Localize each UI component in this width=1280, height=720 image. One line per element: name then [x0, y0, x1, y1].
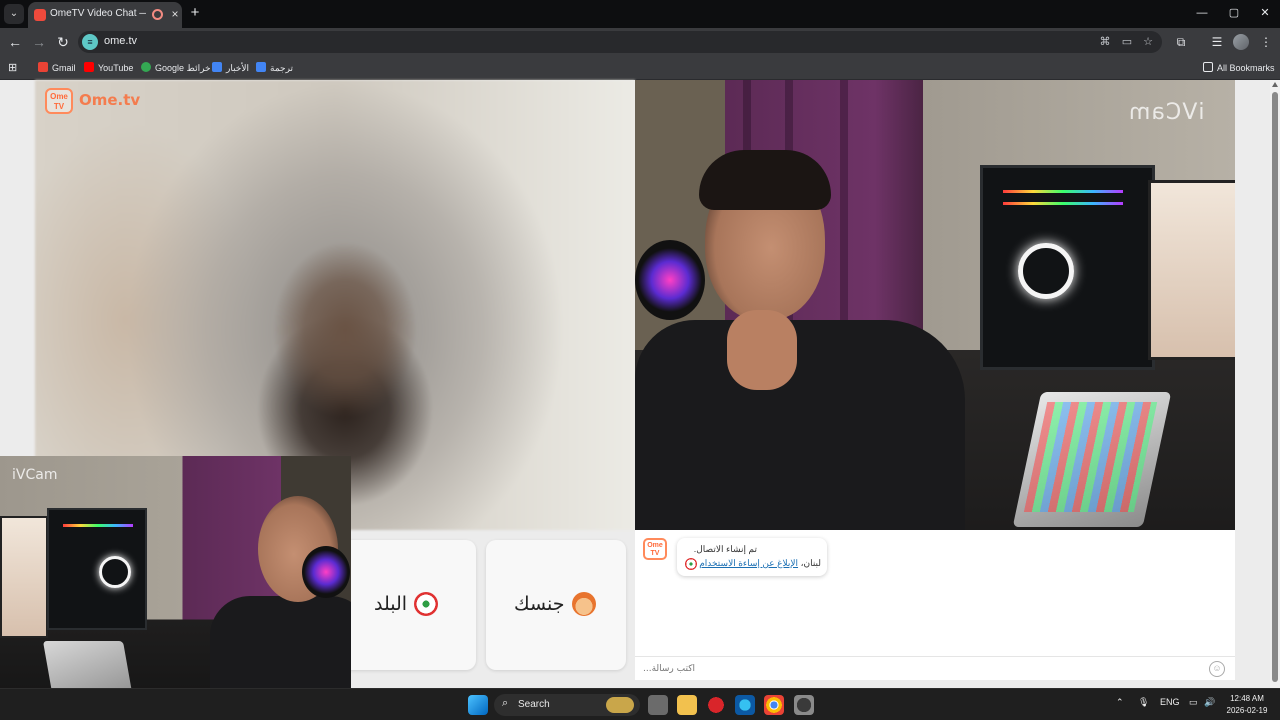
taskbar-search-label: Search — [518, 699, 550, 710]
edge-icon[interactable] — [735, 695, 755, 715]
ometv-logo-badge: Ome TV — [45, 88, 73, 114]
self-view-headphones-image — [302, 546, 350, 598]
cast-icon[interactable]: ▭ — [1120, 35, 1134, 49]
ivcam-watermark: iVCam — [12, 467, 58, 483]
tab-close-button[interactable]: × — [168, 6, 182, 22]
forward-button[interactable]: → — [30, 33, 48, 51]
self-view-monitor-image — [0, 516, 48, 638]
all-bookmarks[interactable]: All Bookmarks — [1203, 61, 1275, 75]
network-icon[interactable]: ▭ — [1189, 697, 1198, 708]
gender-filter-label: جنسك — [514, 593, 565, 615]
taskbar-clock[interactable]: 12:48 AM 2026-02-19 — [1224, 693, 1270, 717]
apps-grid-icon[interactable]: ⊞ — [8, 62, 20, 74]
url-text: ome.tv — [104, 35, 138, 47]
folder-icon — [1203, 62, 1213, 72]
browser-toolbar: ← → ↻ ≡ ome.tv ⌘ ▭ ☆ ⧉ ☰ ⋮ — [0, 28, 1280, 56]
country-filter-card[interactable]: البلد — [336, 540, 476, 670]
minimize-button[interactable]: — — [1190, 4, 1214, 22]
monitor-image — [1148, 180, 1235, 360]
stranger-country-text: لبنان، — [800, 558, 821, 568]
menu-kebab-icon[interactable]: ⋮ — [1257, 33, 1275, 51]
page-scrollbar[interactable] — [1270, 80, 1280, 688]
lebanon-flag-icon — [414, 592, 438, 616]
scroll-thumb[interactable] — [1272, 92, 1278, 682]
new-tab-button[interactable]: + — [186, 4, 204, 22]
chrome-icon[interactable] — [764, 695, 784, 715]
address-bar[interactable]: ≡ ome.tv ⌘ ▭ ☆ — [78, 31, 1162, 53]
clock-time: 12:48 AM — [1230, 694, 1264, 703]
task-view-icon[interactable] — [648, 695, 668, 715]
report-abuse-link[interactable]: الإبلاغ عن إساءة الاستخدام — [699, 558, 798, 568]
reading-list-icon[interactable]: ☰ — [1208, 33, 1226, 51]
maps-pin-icon — [141, 62, 151, 72]
language-indicator[interactable]: ENG — [1160, 697, 1180, 707]
ivcam-watermark-mirrored: iVCam — [1128, 100, 1205, 125]
recording-indicator-icon — [152, 9, 163, 20]
lebanon-flag-icon — [685, 558, 697, 570]
ometv-favicon-icon — [34, 9, 46, 21]
close-window-button[interactable]: ✕ — [1253, 4, 1277, 22]
bookmark-translate[interactable]: ترجمة — [256, 61, 293, 75]
profile-avatar[interactable] — [1233, 34, 1249, 50]
taskbar-search[interactable]: ⌕ Search — [494, 694, 640, 716]
headphones-image — [635, 240, 705, 320]
app-gear-icon[interactable] — [794, 695, 814, 715]
connection-established-text: تم إنشاء الاتصال. — [693, 544, 757, 554]
self-view-pc-image — [47, 508, 147, 630]
translate-icon — [256, 62, 266, 72]
tab-title: OmeTV Video Chat — Omegle — [50, 8, 146, 19]
youtube-icon — [84, 62, 94, 72]
back-button[interactable]: ← — [6, 33, 24, 51]
news-icon — [212, 62, 222, 72]
volume-icon[interactable]: 🔊 — [1204, 697, 1215, 708]
ometv-logo[interactable]: Ome TV Ome.tv — [45, 86, 141, 116]
chat-panel: Ome TV تم إنشاء الاتصال. لبنان، الإبلاغ … — [635, 530, 1235, 680]
person-emoji-icon — [572, 592, 596, 616]
start-windows-icon[interactable] — [468, 695, 488, 715]
tab-strip: ⌄ OmeTV Video Chat — Omegle × + — ▢ ✕ — [0, 0, 1280, 28]
gmail-icon — [38, 62, 48, 72]
self-view-person — [150, 496, 351, 720]
ometv-logo-text: Ome.tv — [79, 91, 141, 109]
site-info-icon[interactable]: ≡ — [82, 34, 98, 50]
tab-search-button[interactable]: ⌄ — [4, 4, 24, 24]
keyboard-image — [1012, 392, 1172, 527]
windows-taskbar: ⌕ Search ⌃ 🎙 ENG ▭ 🔊 12:48 AM 2026-02-19 — [0, 688, 1280, 720]
scroll-up-arrow-icon[interactable] — [1272, 82, 1278, 87]
chat-input-bar: ☺ — [635, 656, 1235, 680]
search-highlight-icon — [606, 697, 634, 713]
gender-filter-card[interactable]: جنسك — [486, 540, 626, 670]
pc-case-image — [980, 165, 1155, 370]
search-icon: ⌕ — [502, 697, 509, 709]
tab-ometv[interactable]: OmeTV Video Chat — Omegle × — [28, 2, 182, 28]
maximize-button[interactable]: ▢ — [1222, 4, 1246, 22]
bookmark-star-icon[interactable]: ☆ — [1141, 35, 1155, 49]
clock-date: 2026-02-19 — [1226, 706, 1268, 715]
bookmark-google-maps[interactable]: Google خرائط — [141, 61, 211, 75]
bookmark-news[interactable]: الأخبار — [212, 61, 249, 75]
microphone-icon[interactable]: 🎙 — [1138, 697, 1149, 708]
system-message: تم إنشاء الاتصال. لبنان، الإبلاغ عن إساء… — [677, 538, 827, 576]
self-view-overlay[interactable] — [0, 456, 351, 720]
extensions-icon[interactable]: ⧉ — [1172, 33, 1190, 51]
user-in-camera — [635, 140, 965, 530]
reload-button[interactable]: ↻ — [54, 33, 72, 51]
chat-message-input[interactable] — [643, 660, 1193, 678]
bookmark-gmail[interactable]: Gmail — [38, 61, 76, 75]
app-red-icon[interactable] — [706, 695, 726, 715]
tray-chevron-icon[interactable]: ⌃ — [1116, 697, 1124, 708]
country-filter-label: البلد — [374, 593, 408, 615]
country-report-line: لبنان، الإبلاغ عن إساءة الاستخدام — [699, 558, 821, 569]
my-camera-video — [635, 80, 1235, 530]
chat-ometv-logo-icon: Ome TV — [643, 538, 667, 560]
bookmarks-bar: ⊞ Gmail YouTube Google خرائط الأخبار ترج… — [0, 56, 1280, 80]
bookmark-youtube[interactable]: YouTube — [84, 61, 133, 75]
emoji-picker-icon[interactable]: ☺ — [1209, 661, 1225, 677]
translate-icon[interactable]: ⌘ — [1098, 35, 1112, 49]
file-explorer-icon[interactable] — [677, 695, 697, 715]
